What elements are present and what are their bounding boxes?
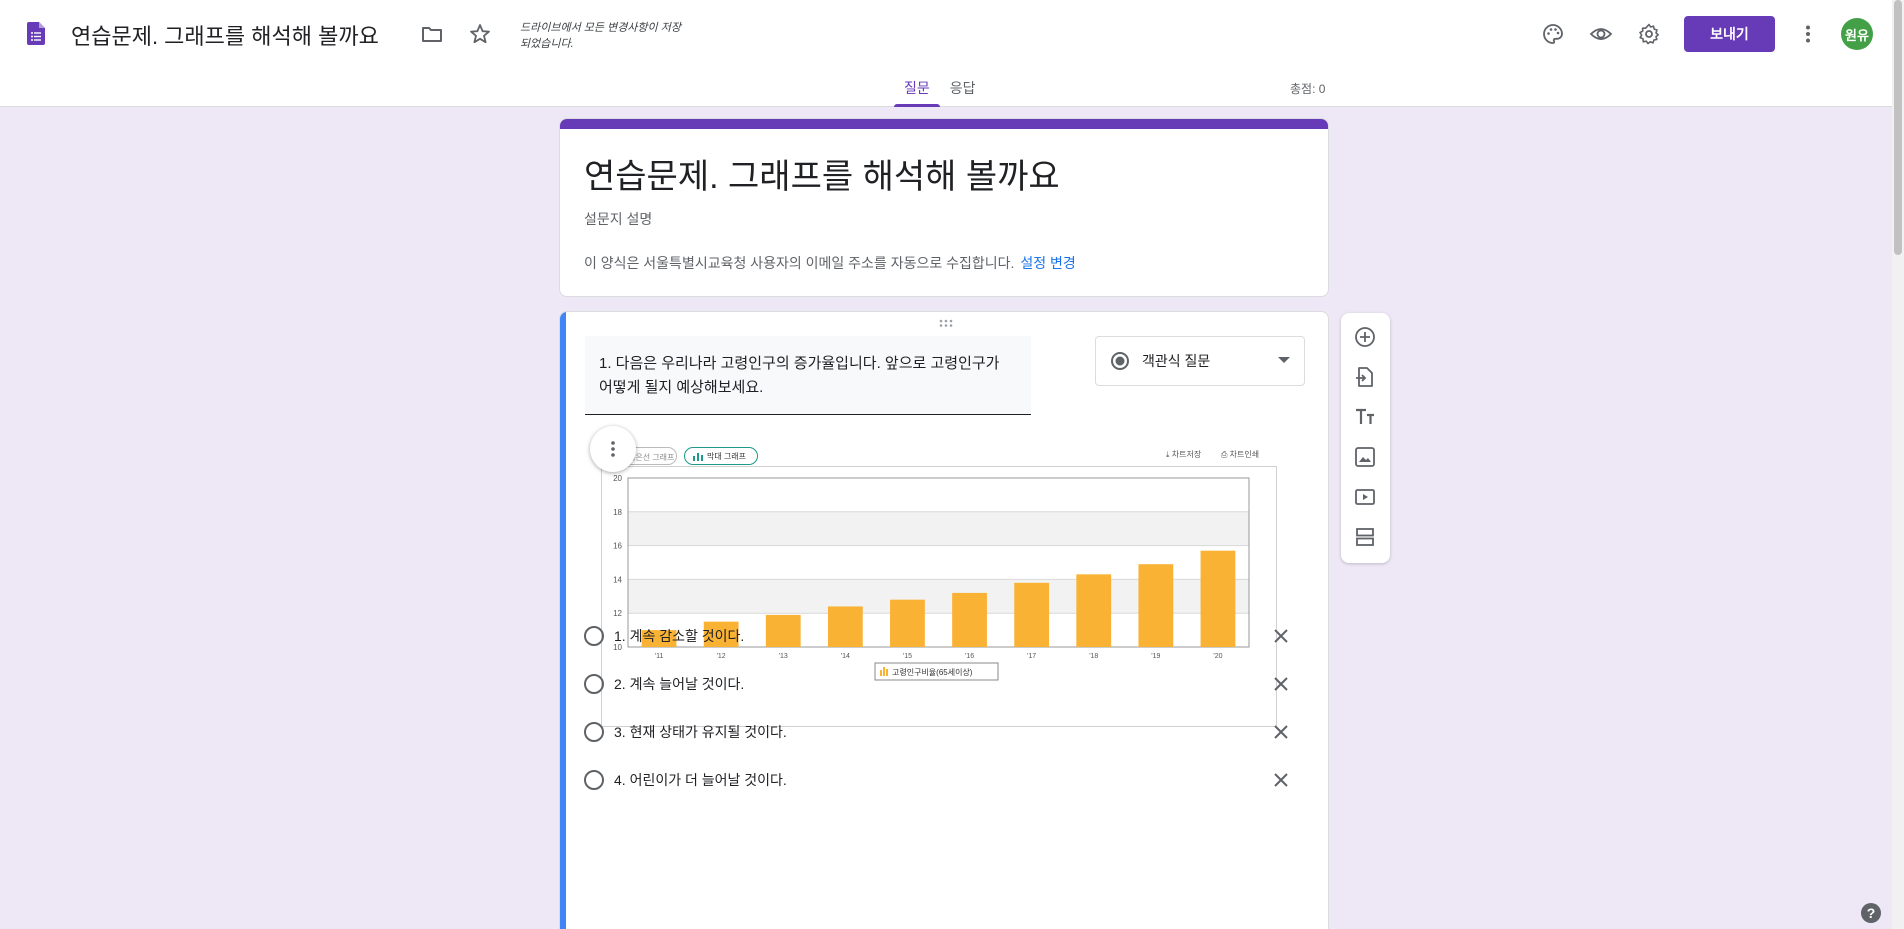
add-section-icon[interactable] [1353,525,1377,549]
app-header: 연습문제. 그래프를 해석해 볼까요 드라이브에서 모든 변경사항이 저장되었습… [0,0,1904,107]
send-button[interactable]: 보내기 [1684,16,1775,52]
question-type-label: 객관식 질문 [1142,353,1211,369]
question-type-dropdown[interactable]: 객관식 질문 [1095,336,1305,386]
account-avatar[interactable]: 원유 [1841,18,1873,50]
option-row[interactable]: 1. 계속 감소할 것이다. [584,621,744,651]
add-image-icon[interactable] [1353,445,1377,469]
bar-graph-tab-label: 막대 그래프 [707,452,747,461]
x-tick-label: '15 [903,653,912,660]
option-row[interactable]: 2. 계속 늘어날 것이다. [584,669,744,699]
close-icon[interactable] [1272,771,1290,789]
x-tick-label: '20 [1213,653,1222,660]
y-tick-label: 12 [613,609,622,618]
chart-save-label: ⤓ 차트저장 [1166,450,1202,459]
floating-toolbar [1341,313,1390,563]
option-label[interactable]: 3. 현재 상태가 유지될 것이다. [614,722,787,742]
email-collection-note: 이 양식은 서울특별시교육청 사용자의 이메일 주소를 자동으로 수집합니다. 설… [584,253,1076,273]
email-note-text: 이 양식은 서울특별시교육청 사용자의 이메일 주소를 자동으로 수집합니다. [584,255,1015,271]
option-label[interactable]: 2. 계속 늘어날 것이다. [614,674,744,694]
form-tabs: 질문 응답 [894,74,986,107]
bar-graph-tab: 막대 그래프 [684,447,758,465]
chart-print-text: 차트인쇄 [1229,450,1260,459]
settings-gear-icon[interactable] [1637,22,1661,46]
chart-bar [952,592,987,647]
radio-icon [584,722,604,742]
y-tick-label: 16 [613,542,622,551]
chevron-down-icon [1278,357,1290,363]
total-points: 총점: 0 [1290,82,1326,96]
title-card-accent [560,119,1328,129]
legend-icon-bar [886,669,888,676]
x-tick-label: '12 [717,653,726,660]
tab-responses[interactable]: 응답 [940,74,986,107]
x-tick-label: '14 [841,653,850,660]
option-row[interactable]: 3. 현재 상태가 유지될 것이다. [584,717,787,747]
chart-bar [1200,550,1236,647]
bar-chart-icon [693,453,703,461]
question-card[interactable]: 1. 다음은 우리나라 고령인구의 증가율입니다. 앞으로 고령인구가 어떻게 … [559,311,1329,929]
chart-bar [1138,564,1174,647]
y-tick-label: 18 [613,508,622,517]
chart-save-text: 차트저장 [1171,450,1202,459]
x-tick-label: '11 [655,653,664,660]
help-icon[interactable]: ? [1861,903,1881,923]
save-status-text: 드라이브에서 모든 변경사항이 저장되었습니다. [520,22,681,50]
document-title[interactable]: 연습문제. 그래프를 해석해 볼까요 [71,19,379,51]
close-icon[interactable] [1272,675,1290,693]
more-vert-icon[interactable] [1796,22,1820,46]
option-label[interactable]: 1. 계속 감소할 것이다. [614,626,744,646]
add-title-text-icon[interactable] [1353,405,1377,429]
image-options-button[interactable] [590,426,636,472]
legend-icon-bar [883,667,885,676]
chart-bar [827,606,863,647]
x-tick-label: '18 [1089,653,1098,660]
forms-logo-icon[interactable] [27,22,45,45]
x-tick-label: '19 [1151,653,1160,660]
chart-bar [1076,574,1112,647]
close-icon[interactable] [1272,627,1290,645]
chart-print-label: ⎙ 차트인쇄 [1221,450,1260,459]
page-scrollbar[interactable] [1892,0,1904,929]
y-tick-label: 14 [613,575,622,584]
radio-icon [584,626,604,646]
x-tick-label: '13 [779,653,788,660]
form-title-card[interactable]: 연습문제. 그래프를 해석해 볼까요 설문지 설명 이 양식은 서울특별시교육청… [559,118,1329,297]
y-tick-label: 20 [613,474,622,483]
scrollbar-thumb[interactable] [1894,0,1902,255]
radio-icon [584,770,604,790]
palette-icon[interactable] [1541,22,1565,46]
tab-questions[interactable]: 질문 [894,74,940,107]
chart-bar [1014,582,1050,647]
active-question-indicator [560,312,566,929]
add-question-icon[interactable] [1353,325,1377,349]
form-title[interactable]: 연습문제. 그래프를 해석해 볼까요 [584,149,1060,198]
import-questions-icon[interactable] [1353,365,1377,389]
radio-button-icon [1111,352,1129,370]
option-label[interactable]: 4. 어린이가 더 늘어날 것이다. [614,770,787,790]
legend-label: 고령인구비율(65세이상) [892,667,973,677]
chart-bar [890,599,925,647]
form-description-field[interactable]: 설문지 설명 [584,209,652,229]
star-icon[interactable] [468,22,492,46]
preview-eye-icon[interactable] [1589,22,1613,46]
option-row[interactable]: 4. 어린이가 더 늘어날 것이다. [584,765,787,795]
x-tick-label: '16 [965,653,974,660]
grid-band [628,511,1249,546]
change-settings-link[interactable]: 설정 변경 [1020,255,1075,271]
drag-handle-icon[interactable] [938,318,954,328]
add-video-icon[interactable] [1353,485,1377,509]
more-vert-icon [611,441,615,457]
radio-icon [584,674,604,694]
legend-icon-bar [880,670,882,676]
close-icon[interactable] [1272,723,1290,741]
chart-bar [765,614,801,647]
x-tick-label: '17 [1027,653,1036,660]
folder-icon[interactable] [420,22,444,46]
question-text-input[interactable]: 1. 다음은 우리나라 고령인구의 증가율입니다. 앞으로 고령인구가 어떻게 … [585,336,1031,415]
